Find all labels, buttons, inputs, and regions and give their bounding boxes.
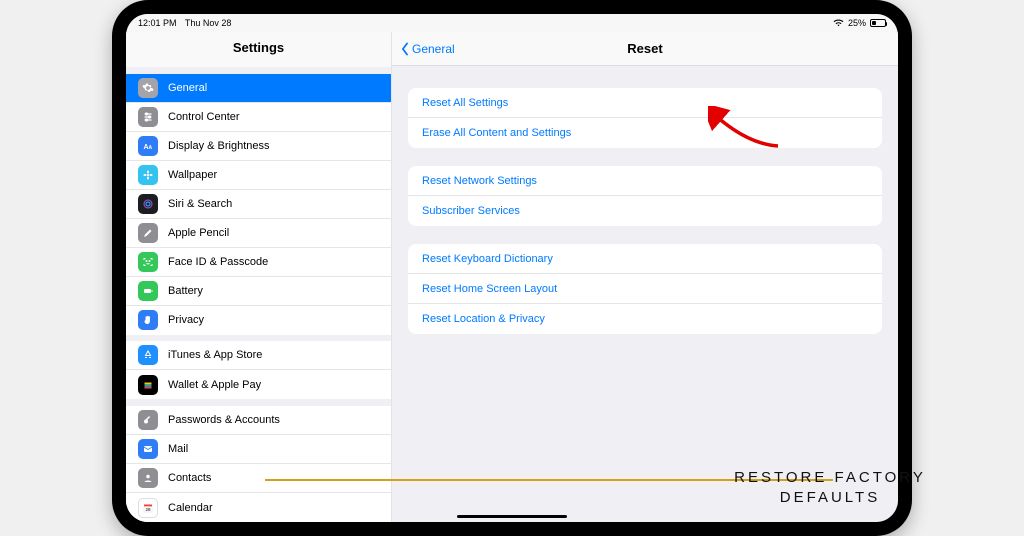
textsize-icon: AA <box>138 136 158 156</box>
reset-group-1: Reset All Settings Erase All Content and… <box>408 88 882 148</box>
sidebar-item-label: General <box>168 82 207 94</box>
split-view: Settings General Control Center <box>126 32 898 522</box>
sidebar-item-wallet-applepay[interactable]: Wallet & Apple Pay <box>126 370 391 399</box>
siri-icon <box>138 194 158 214</box>
calendar-icon: 28 <box>138 498 158 518</box>
status-left: 12:01 PM Thu Nov 28 <box>138 18 237 28</box>
sidebar-item-label: Mail <box>168 443 188 455</box>
status-right: 25% <box>833 18 886 28</box>
settings-sidebar: Settings General Control Center <box>126 32 392 522</box>
sidebar-title: Settings <box>126 32 391 67</box>
key-icon <box>138 410 158 430</box>
reset-group-3: Reset Keyboard Dictionary Reset Home Scr… <box>408 244 882 334</box>
sidebar-item-label: Battery <box>168 285 203 297</box>
sidebar-item-label: Face ID & Passcode <box>168 256 268 268</box>
sidebar-item-label: Control Center <box>168 111 240 123</box>
svg-text:A: A <box>144 144 149 151</box>
sidebar-item-label: Apple Pencil <box>168 227 229 239</box>
reset-row-label: Reset Location & Privacy <box>422 313 545 325</box>
sidebar-item-label: Wallet & Apple Pay <box>168 379 261 391</box>
sidebar-item-calendar[interactable]: 28 Calendar <box>126 493 391 522</box>
sidebar-item-passwords-accounts[interactable]: Passwords & Accounts <box>126 406 391 435</box>
reset-row-label: Reset Network Settings <box>422 175 537 187</box>
sidebar-item-display-brightness[interactable]: AA Display & Brightness <box>126 132 391 161</box>
sidebar-item-faceid-passcode[interactable]: Face ID & Passcode <box>126 248 391 277</box>
svg-text:28: 28 <box>145 507 151 512</box>
reset-home-screen-layout-row[interactable]: Reset Home Screen Layout <box>408 274 882 304</box>
reset-location-privacy-row[interactable]: Reset Location & Privacy <box>408 304 882 334</box>
caption-text: RESTORE FACTORY DEFAULTS <box>700 468 960 509</box>
gear-icon <box>138 78 158 98</box>
flower-icon <box>138 165 158 185</box>
faceid-icon <box>138 252 158 272</box>
detail-body: Reset All Settings Erase All Content and… <box>392 66 898 522</box>
ipad-device-frame: 12:01 PM Thu Nov 28 25% Settings <box>112 0 912 536</box>
caption-line2: DEFAULTS <box>780 489 880 506</box>
sidebar-item-apple-pencil[interactable]: Apple Pencil <box>126 219 391 248</box>
sidebar-group-1: General Control Center AA Display & Brig… <box>126 74 391 335</box>
contacts-icon <box>138 468 158 488</box>
sidebar-item-itunes-appstore[interactable]: iTunes & App Store <box>126 341 391 370</box>
reset-all-settings-row[interactable]: Reset All Settings <box>408 88 882 118</box>
sidebar-item-mail[interactable]: Mail <box>126 435 391 464</box>
sidebar-item-label: Contacts <box>168 472 211 484</box>
detail-header: General Reset <box>392 32 898 66</box>
hand-icon <box>138 310 158 330</box>
sidebar-item-label: Display & Brightness <box>168 140 270 152</box>
sidebar-item-label: Siri & Search <box>168 198 232 210</box>
chevron-left-icon <box>400 42 410 56</box>
subscriber-services-row[interactable]: Subscriber Services <box>408 196 882 226</box>
reset-network-settings-row[interactable]: Reset Network Settings <box>408 166 882 196</box>
status-battery-pct: 25% <box>848 18 866 28</box>
sidebar-item-label: Calendar <box>168 502 213 514</box>
sidebar-item-siri-search[interactable]: Siri & Search <box>126 190 391 219</box>
svg-text:A: A <box>149 145 153 151</box>
status-time: 12:01 PM <box>138 18 177 28</box>
detail-pane: General Reset Reset All Settings Erase A… <box>392 32 898 522</box>
sidebar-group-2: iTunes & App Store Wallet & Apple Pay <box>126 341 391 399</box>
battery-settings-icon <box>138 281 158 301</box>
sidebar-item-privacy[interactable]: Privacy <box>126 306 391 335</box>
sidebar-item-wallpaper[interactable]: Wallpaper <box>126 161 391 190</box>
detail-title: Reset <box>627 41 662 56</box>
appstore-icon <box>138 345 158 365</box>
sidebar-item-general[interactable]: General <box>126 74 391 103</box>
sidebar-group-3: Passwords & Accounts Mail Contacts <box>126 406 391 522</box>
pencil-icon <box>138 223 158 243</box>
sidebar-item-label: Wallpaper <box>168 169 217 181</box>
reset-keyboard-dictionary-row[interactable]: Reset Keyboard Dictionary <box>408 244 882 274</box>
mail-icon <box>138 439 158 459</box>
status-bar: 12:01 PM Thu Nov 28 25% <box>126 14 898 32</box>
reset-row-label: Reset Keyboard Dictionary <box>422 253 553 265</box>
wifi-icon <box>833 19 844 27</box>
sidebar-item-control-center[interactable]: Control Center <box>126 103 391 132</box>
back-label: General <box>412 42 455 56</box>
reset-row-label: Subscriber Services <box>422 205 520 217</box>
sidebar-item-battery[interactable]: Battery <box>126 277 391 306</box>
caption-line1: RESTORE FACTORY <box>734 469 926 486</box>
sliders-icon <box>138 107 158 127</box>
sidebar-item-label: Passwords & Accounts <box>168 414 280 426</box>
battery-icon <box>870 19 886 27</box>
reset-row-label: Erase All Content and Settings <box>422 127 571 139</box>
status-date: Thu Nov 28 <box>185 18 232 28</box>
home-indicator[interactable] <box>457 515 567 518</box>
erase-all-content-row[interactable]: Erase All Content and Settings <box>408 118 882 148</box>
reset-row-label: Reset Home Screen Layout <box>422 283 557 295</box>
wallet-icon <box>138 375 158 395</box>
reset-group-2: Reset Network Settings Subscriber Servic… <box>408 166 882 226</box>
reset-row-label: Reset All Settings <box>422 97 508 109</box>
sidebar-item-label: iTunes & App Store <box>168 349 262 361</box>
back-button[interactable]: General <box>400 32 455 65</box>
ipad-screen: 12:01 PM Thu Nov 28 25% Settings <box>126 14 898 522</box>
sidebar-item-label: Privacy <box>168 314 204 326</box>
